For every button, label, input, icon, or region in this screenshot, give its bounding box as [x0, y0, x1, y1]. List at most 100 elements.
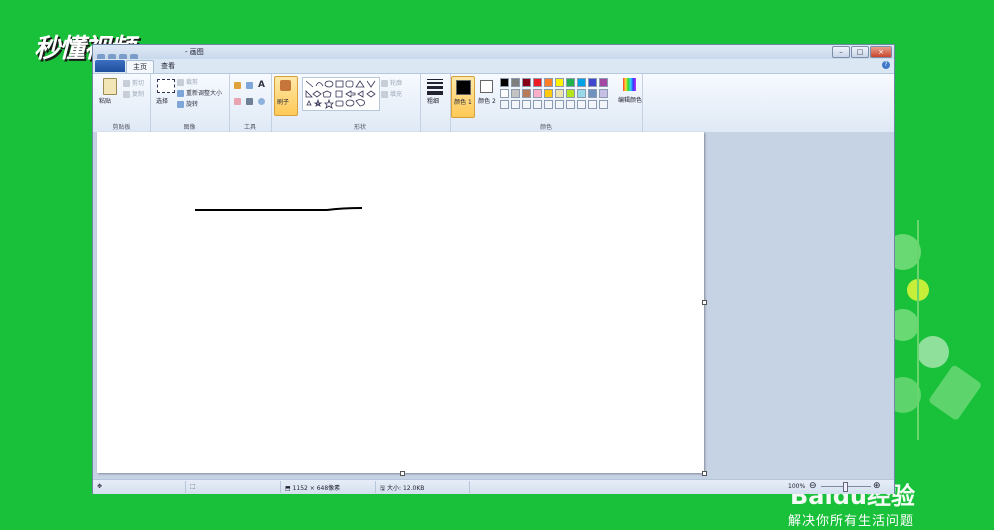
custom-color-slot[interactable]: [566, 100, 575, 109]
disk-icon: 🖫: [380, 485, 388, 492]
shapes-label: 形状: [353, 124, 366, 131]
tab-home[interactable]: 主页: [126, 60, 154, 73]
decorative-graphic: [893, 220, 981, 440]
color1-swatch: [456, 80, 471, 95]
custom-color-slot[interactable]: [588, 100, 597, 109]
image-label: 图像: [183, 124, 196, 131]
ribbon-tabs: 主页 查看 ?: [93, 59, 894, 73]
scissors-icon: [123, 80, 130, 87]
palette-swatch[interactable]: [566, 78, 575, 87]
paste-button[interactable]: 粘贴: [99, 96, 111, 105]
status-bar: ✥ ⬚ ⬒ 1152 × 648像素 🖫 大小: 12.0KB 100% ⊖ ⊕: [93, 479, 894, 494]
select-icon: [157, 79, 175, 93]
file-menu-button[interactable]: [95, 60, 125, 72]
palette-swatch[interactable]: [566, 89, 575, 98]
help-icon[interactable]: ?: [882, 61, 890, 69]
drawn-line: [195, 207, 363, 211]
resize-handle-right[interactable]: [702, 300, 707, 305]
palette-swatch[interactable]: [599, 89, 608, 98]
drawing-canvas[interactable]: [97, 132, 704, 473]
fill-button[interactable]: 填充: [381, 89, 402, 98]
custom-color-slot[interactable]: [522, 100, 531, 109]
custom-color-slot[interactable]: [577, 100, 586, 109]
crop-button[interactable]: 裁剪: [177, 77, 198, 86]
palette-swatch[interactable]: [500, 78, 509, 87]
palette-swatch[interactable]: [511, 78, 520, 87]
custom-color-slot[interactable]: [500, 100, 509, 109]
palette-swatch[interactable]: [533, 89, 542, 98]
fill-icon: [381, 91, 388, 98]
select-button[interactable]: 选择: [156, 96, 168, 105]
crop-icon: [177, 79, 184, 86]
fill-bucket-icon[interactable]: [246, 82, 255, 89]
color-wheel-icon: [623, 78, 636, 91]
text-tool-icon[interactable]: A: [258, 80, 265, 90]
color1-button[interactable]: 颜色 1: [451, 76, 475, 118]
brushes-label: 刷子: [277, 99, 290, 106]
rotate-button[interactable]: 旋转: [177, 99, 198, 108]
rotate-icon: [177, 101, 184, 108]
brushes-button[interactable]: 刷子: [274, 76, 298, 116]
custom-color-slot[interactable]: [533, 100, 542, 109]
palette-swatch[interactable]: [588, 89, 597, 98]
palette-swatch[interactable]: [533, 78, 542, 87]
color-picker-icon[interactable]: [246, 98, 255, 105]
outline-button[interactable]: 轮廓: [381, 78, 402, 87]
palette-swatch[interactable]: [577, 89, 586, 98]
size-button[interactable]: 粗细: [427, 96, 439, 105]
shapes-gallery[interactable]: [302, 77, 380, 111]
canvas-size-icon: ⬒: [285, 485, 293, 492]
resize-handle-bottom[interactable]: [400, 471, 405, 476]
palette-swatch[interactable]: [522, 89, 531, 98]
maximize-button[interactable]: □: [851, 46, 869, 58]
shapes-group: 轮廓 填充 形状: [300, 74, 421, 132]
tools-label: 工具: [243, 124, 256, 131]
copy-button[interactable]: 复制: [123, 89, 144, 98]
paste-icon: [103, 78, 117, 95]
selection-size-icon: ⬚: [190, 483, 196, 490]
magnifier-icon[interactable]: [258, 98, 267, 105]
palette-swatch[interactable]: [544, 78, 553, 87]
palette-swatch[interactable]: [500, 89, 509, 98]
shapes-icons: [305, 80, 376, 109]
resize-button[interactable]: 重新调整大小: [177, 88, 222, 97]
line-width-icon: [427, 79, 443, 95]
cursor-position-icon: ✥: [97, 483, 103, 490]
zoom-slider-thumb[interactable]: [843, 482, 848, 492]
color1-label: 颜色 1: [454, 99, 472, 106]
palette-swatch[interactable]: [522, 78, 531, 87]
color2-label: 颜色 2: [478, 98, 496, 105]
size-group: 粗细: [420, 74, 451, 132]
outline-icon: [381, 80, 388, 87]
tab-view[interactable]: 查看: [155, 60, 181, 72]
custom-color-slot[interactable]: [511, 100, 520, 109]
palette-swatch[interactable]: [588, 78, 597, 87]
palette-swatch[interactable]: [577, 78, 586, 87]
zoom-out-button[interactable]: ⊖: [809, 481, 817, 491]
zoom-level: 100%: [788, 483, 806, 490]
palette-swatch[interactable]: [555, 89, 564, 98]
color2-button[interactable]: 颜色 2: [476, 76, 498, 116]
custom-color-slot[interactable]: [555, 100, 564, 109]
pencil-icon[interactable]: [234, 82, 243, 89]
minimize-button[interactable]: –: [832, 46, 850, 58]
close-button[interactable]: ×: [870, 46, 892, 58]
edit-colors-button[interactable]: 编辑颜色: [617, 76, 642, 110]
eraser-icon[interactable]: [234, 98, 243, 105]
custom-color-slot[interactable]: [544, 100, 553, 109]
palette-swatch[interactable]: [555, 78, 564, 87]
palette-swatch[interactable]: [544, 89, 553, 98]
quick-access-toolbar: [97, 47, 169, 62]
window-title: - 画图: [185, 48, 204, 56]
file-size-text: 🖫 大小: 12.0KB: [380, 485, 425, 492]
palette-swatch[interactable]: [599, 78, 608, 87]
cut-button[interactable]: 剪切: [123, 78, 144, 87]
canvas-size-text: ⬒ 1152 × 648像素: [285, 485, 341, 492]
zoom-in-button[interactable]: ⊕: [873, 481, 881, 491]
ribbon: 粘贴 剪切 复制 剪贴板 选择 裁剪 重新调整大小 旋转 图像 A 工具 刷子: [93, 73, 894, 133]
palette-swatch[interactable]: [511, 89, 520, 98]
custom-color-slot[interactable]: [599, 100, 608, 109]
resize-handle-corner[interactable]: [702, 471, 707, 476]
brand-slogan: 解决你所有生活问题: [788, 514, 915, 529]
canvas-workspace: [93, 132, 894, 479]
